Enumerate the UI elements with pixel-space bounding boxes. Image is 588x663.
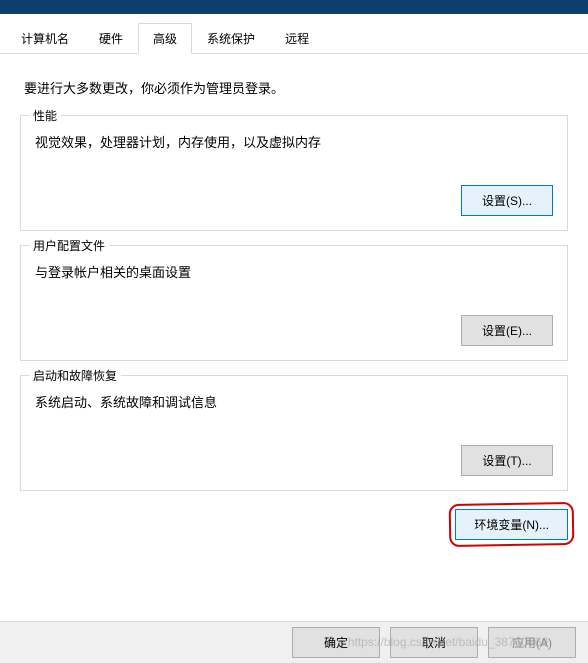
tab-computer-name[interactable]: 计算机名: [6, 23, 84, 54]
tab-advanced[interactable]: 高级: [138, 23, 192, 54]
dialog-button-bar: 确定 取消 应用(A): [0, 621, 588, 663]
group-user-profiles-desc: 与登录帐户相关的桌面设置: [35, 262, 553, 281]
group-performance-title: 性能: [29, 107, 61, 124]
intro-text: 要进行大多数更改，你必须作为管理员登录。: [24, 78, 564, 97]
tab-content: 要进行大多数更改，你必须作为管理员登录。 性能 视觉效果，处理器计划，内存使用，…: [0, 54, 588, 540]
tab-remote[interactable]: 远程: [270, 23, 324, 54]
performance-settings-button[interactable]: 设置(S)...: [461, 185, 553, 216]
title-bar: [0, 0, 588, 14]
group-performance-desc: 视觉效果，处理器计划，内存使用，以及虚拟内存: [35, 132, 553, 151]
ok-button[interactable]: 确定: [292, 627, 380, 658]
group-performance: 性能 视觉效果，处理器计划，内存使用，以及虚拟内存 设置(S)...: [20, 115, 568, 231]
group-startup-recovery-desc: 系统启动、系统故障和调试信息: [35, 392, 553, 411]
user-profiles-settings-button[interactable]: 设置(E)...: [461, 315, 553, 346]
group-startup-recovery-title: 启动和故障恢复: [29, 367, 121, 384]
apply-button[interactable]: 应用(A): [488, 627, 576, 658]
tab-strip: 计算机名 硬件 高级 系统保护 远程: [0, 14, 588, 54]
environment-variables-button[interactable]: 环境变量(N)...: [455, 509, 568, 540]
cancel-button[interactable]: 取消: [390, 627, 478, 658]
tab-hardware[interactable]: 硬件: [84, 23, 138, 54]
tab-system-protection[interactable]: 系统保护: [192, 23, 270, 54]
group-user-profiles-title: 用户配置文件: [29, 237, 109, 254]
group-startup-recovery: 启动和故障恢复 系统启动、系统故障和调试信息 设置(T)...: [20, 375, 568, 491]
group-user-profiles: 用户配置文件 与登录帐户相关的桌面设置 设置(E)...: [20, 245, 568, 361]
startup-recovery-settings-button[interactable]: 设置(T)...: [461, 445, 553, 476]
